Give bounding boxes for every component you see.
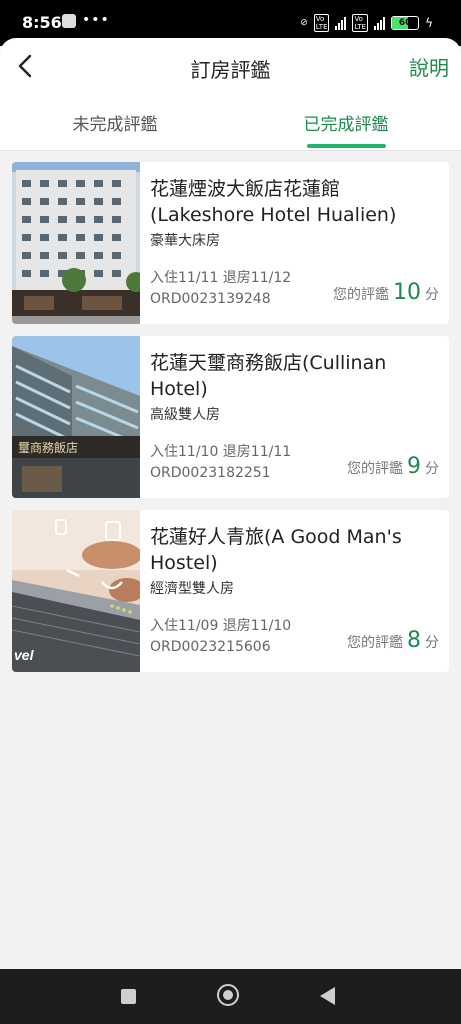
review-info: 花蓮天璽商務飯店(Cullinan Hotel) 高級雙人房	[150, 350, 439, 424]
page-title: 訂房評鑑	[190, 58, 271, 82]
score-value: 8	[407, 628, 421, 653]
system-back-icon[interactable]	[320, 987, 335, 1005]
review-card[interactable]: vel 花蓮好人青旅(A Good Man's Hostel) 經濟型雙人房 入…	[12, 510, 449, 672]
score-unit: 分	[425, 287, 439, 303]
stay-dates: 入住11/11 退房11/12	[150, 270, 292, 286]
hotel-sign-text: 璽商務飯店	[18, 440, 78, 455]
room-type: 豪華大床房	[150, 233, 220, 249]
status-icons: ⊘ Vo LTE Vo LTE 60 ϟ	[300, 14, 433, 32]
score-value: 10	[393, 280, 421, 305]
review-list: 花蓮煙波大飯店花蓮館(Lakeshore Hotel Hualien) 豪華大床…	[12, 162, 449, 684]
link-icon: ⊘	[300, 18, 308, 28]
review-card[interactable]: 璽商務飯店 花蓮天璽商務飯店(Cullinan Hotel) 高級雙人房 入住1…	[12, 336, 449, 498]
order-number: ORD0023139248	[150, 291, 271, 307]
score-label: 您的評鑑	[333, 287, 389, 303]
signal-icon-2	[374, 16, 386, 30]
review-score: 您的評鑑 8 分	[347, 628, 439, 653]
stay-dates: 入住11/09 退房11/10	[150, 618, 292, 634]
recent-apps-icon[interactable]	[121, 989, 136, 1004]
review-card[interactable]: 花蓮煙波大飯店花蓮館(Lakeshore Hotel Hualien) 豪華大床…	[12, 162, 449, 324]
header: 訂房評鑑 說明 未完成評鑑 已完成評鑑	[0, 38, 461, 151]
score-unit: 分	[425, 635, 439, 651]
score-value: 9	[407, 454, 421, 479]
tab-incomplete-reviews[interactable]: 未完成評鑑	[0, 110, 230, 135]
tab-completed-reviews[interactable]: 已完成評鑑	[231, 110, 461, 135]
notification-icon	[62, 14, 76, 28]
volte-icon-2: Vo LTE	[352, 14, 369, 32]
hotel-name: 花蓮天璽商務飯店(Cullinan Hotel)	[150, 352, 387, 400]
score-label: 您的評鑑	[347, 635, 403, 651]
signal-icon	[335, 16, 347, 30]
charging-icon: ϟ	[425, 16, 433, 30]
score-unit: 分	[425, 461, 439, 477]
active-tab-indicator	[307, 144, 386, 148]
help-button[interactable]: 說明	[409, 52, 449, 81]
hotel-name: 花蓮好人青旅(A Good Man's Hostel)	[150, 526, 402, 574]
review-info: 花蓮煙波大飯店花蓮館(Lakeshore Hotel Hualien) 豪華大床…	[150, 176, 439, 250]
review-score: 您的評鑑 10 分	[333, 280, 439, 305]
status-time: 8:56	[22, 13, 62, 32]
review-info: 花蓮好人青旅(A Good Man's Hostel) 經濟型雙人房	[150, 524, 439, 598]
room-type: 高級雙人房	[150, 407, 220, 423]
order-number: ORD0023215606	[150, 639, 271, 655]
more-notifications-icon: •••	[82, 12, 110, 28]
hotel-name: 花蓮煙波大飯店花蓮館(Lakeshore Hotel Hualien)	[150, 178, 397, 226]
home-icon[interactable]	[217, 984, 239, 1006]
room-type: 經濟型雙人房	[150, 581, 234, 597]
hotel-photo: vel	[12, 510, 140, 672]
order-number: ORD0023182251	[150, 465, 271, 481]
volte-icon: Vo LTE	[313, 14, 330, 32]
score-label: 您的評鑑	[347, 461, 403, 477]
system-nav-bar	[0, 969, 461, 1024]
battery-icon: 60	[391, 16, 420, 30]
hotel-photo	[12, 162, 140, 324]
hotel-photo: 璽商務飯店	[12, 336, 140, 498]
review-score: 您的評鑑 9 分	[347, 454, 439, 479]
stay-dates: 入住11/10 退房11/11	[150, 444, 292, 460]
brand-logo-text: vel	[14, 647, 35, 663]
